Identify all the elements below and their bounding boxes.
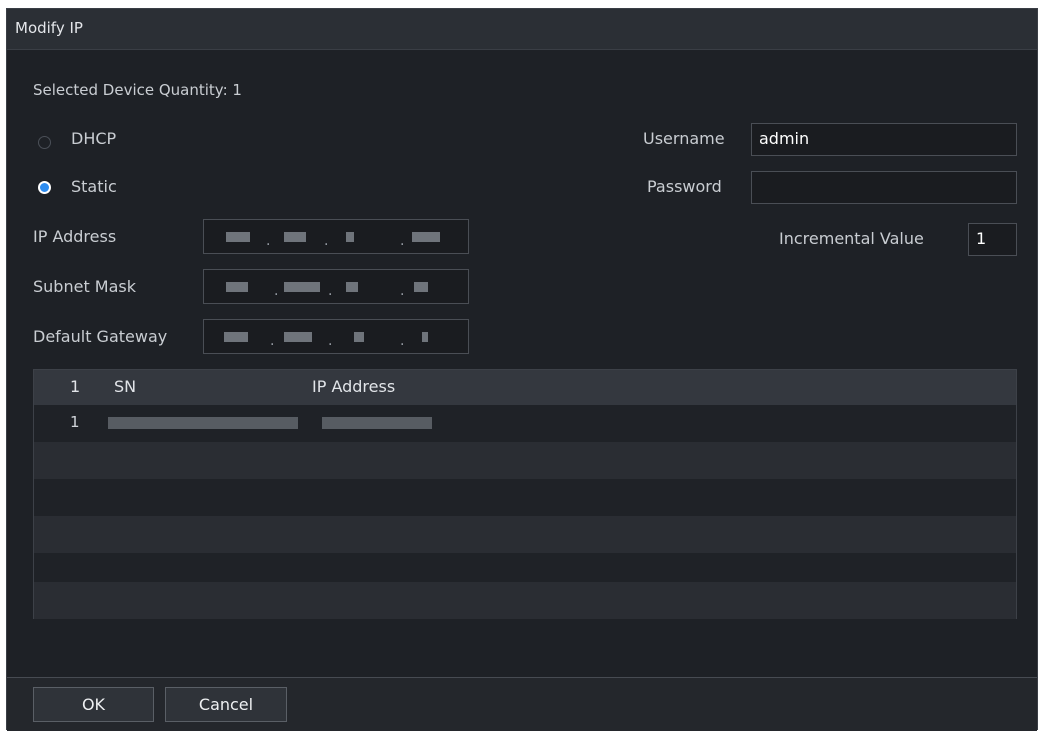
ip-dot: . <box>324 233 329 249</box>
column-header-sn: SN <box>114 377 137 396</box>
title-bar: Modify IP <box>7 9 1037 50</box>
ip-address-input[interactable]: . . . <box>203 219 469 254</box>
password-field[interactable] <box>751 171 1017 204</box>
gw-segment-2 <box>284 332 312 342</box>
table-row-empty <box>34 442 1016 479</box>
modify-ip-dialog: Modify IP Selected Device Quantity: 1 DH… <box>6 8 1038 731</box>
username-field[interactable]: admin <box>751 123 1017 156</box>
gw-segment-3 <box>354 332 364 342</box>
selected-device-quantity: Selected Device Quantity: 1 <box>33 81 242 99</box>
ip-address-label: IP Address <box>33 227 117 246</box>
subnet-mask-label: Subnet Mask <box>33 277 137 296</box>
ip-dot: . <box>274 283 279 299</box>
gw-segment-1 <box>224 332 248 342</box>
dhcp-label: DHCP <box>71 129 117 148</box>
password-label: Password <box>647 177 722 196</box>
mask-segment-1 <box>226 282 248 292</box>
username-label: Username <box>643 129 725 148</box>
table-row[interactable]: 1 <box>34 405 1016 442</box>
table-row-empty <box>34 582 1016 619</box>
default-gateway-input[interactable]: . . . <box>203 319 469 354</box>
cancel-button[interactable]: Cancel <box>165 687 287 722</box>
ip-segment-2 <box>284 232 306 242</box>
ok-button[interactable]: OK <box>33 687 154 722</box>
gw-segment-4 <box>422 332 428 342</box>
mask-segment-3 <box>346 282 358 292</box>
ip-dot: . <box>270 333 275 349</box>
ip-segment-4 <box>412 232 440 242</box>
dialog-footer: OK Cancel <box>7 677 1037 731</box>
table-row-empty <box>34 479 1016 516</box>
static-label: Static <box>71 177 117 196</box>
incremental-value-field[interactable]: 1 <box>968 223 1017 256</box>
ip-dot: . <box>328 283 333 299</box>
mask-segment-2 <box>284 282 320 292</box>
column-header-ip-address: IP Address <box>312 377 396 396</box>
table-header: 1 SN IP Address <box>34 370 1016 405</box>
row-sn-redacted <box>108 417 298 429</box>
device-table: 1 SN IP Address 1 <box>33 369 1017 619</box>
static-radio[interactable] <box>38 181 51 194</box>
table-row-empty <box>34 516 1016 553</box>
dialog-title: Modify IP <box>15 19 83 37</box>
ip-dot: . <box>266 233 271 249</box>
mask-segment-4 <box>414 282 428 292</box>
column-header-index: 1 <box>70 377 81 396</box>
ip-dot: . <box>328 333 333 349</box>
subnet-mask-input[interactable]: . . . <box>203 269 469 304</box>
row-ip-redacted <box>322 417 432 429</box>
incremental-value-label: Incremental Value <box>779 229 924 248</box>
ip-dot: . <box>400 233 405 249</box>
row-index: 1 <box>70 413 80 431</box>
dhcp-radio[interactable] <box>38 136 51 149</box>
ip-dot: . <box>400 283 405 299</box>
ip-segment-1 <box>226 232 250 242</box>
ip-dot: . <box>400 333 405 349</box>
ip-segment-3 <box>346 232 354 242</box>
default-gateway-label: Default Gateway <box>33 327 168 346</box>
